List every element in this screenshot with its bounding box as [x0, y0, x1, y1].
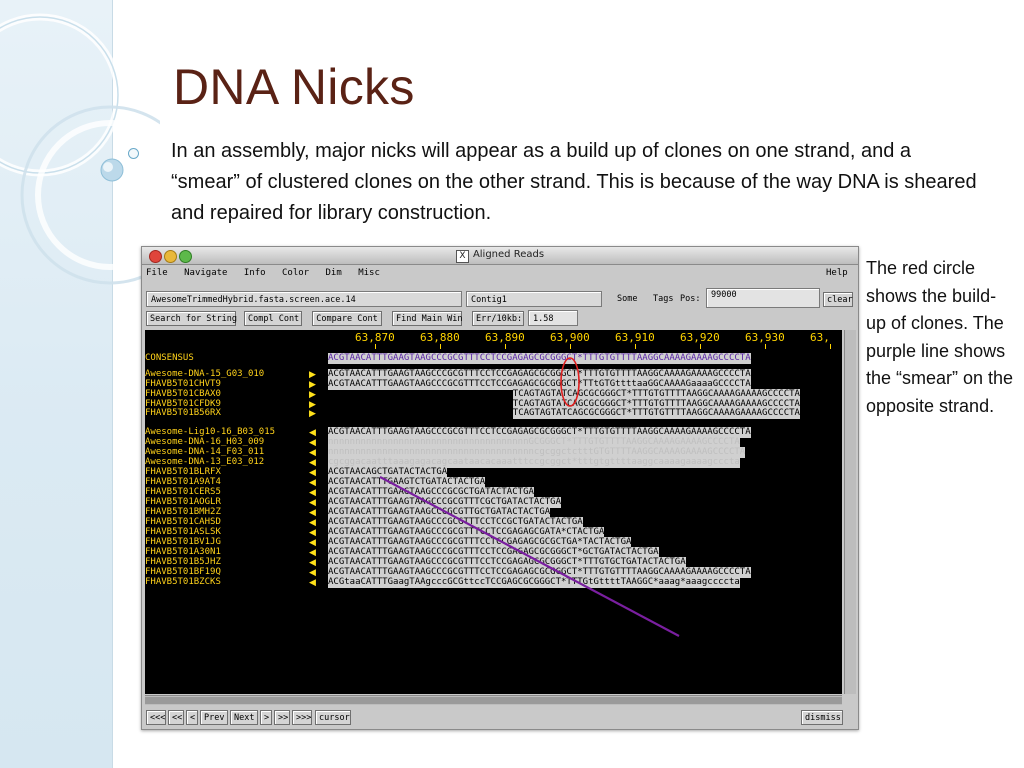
read-name[interactable]: FHAVB5T01B56RX: [145, 408, 221, 419]
menu-navigate[interactable]: Navigate: [184, 268, 227, 278]
reverse-arrow-icon: ◀: [309, 558, 316, 568]
reverse-arrow-icon: ◀: [309, 458, 316, 468]
consensus-sequence: ACGTAACATTTGAAGTAAGCCCGCGTTTCCTCCGAGAGCG…: [328, 353, 751, 364]
decorative-sidebar: [0, 0, 160, 768]
menu-help[interactable]: Help: [826, 268, 848, 278]
vertical-scrollbar[interactable]: [844, 330, 856, 694]
horizontal-scroll-thumb[interactable]: [145, 697, 842, 704]
consensus-label: CONSENSUS: [145, 353, 194, 363]
pos-field[interactable]: 99000: [706, 288, 820, 308]
prev-button[interactable]: Prev: [200, 710, 228, 725]
menu-color[interactable]: Color: [282, 268, 309, 278]
side-note: The red circle shows the build-up of clo…: [866, 258, 1014, 416]
find-main-win-button[interactable]: Find Main Win: [392, 311, 463, 326]
ruler-tick: [570, 344, 571, 349]
ruler-tick: [830, 344, 831, 349]
ruler-label: 63,: [810, 331, 830, 344]
reverse-arrow-icon: ◀: [309, 518, 316, 528]
reverse-arrow-icon: ◀: [309, 498, 316, 508]
ruler-tick: [375, 344, 376, 349]
ruler-label: 63,920: [680, 331, 720, 344]
read-row[interactable]: FHAVB5T01BLRFX ◀ ACGTAACAGCTGATACTACTGA: [145, 467, 842, 478]
tags-button[interactable]: Tags: [650, 292, 676, 307]
read-sequence: TCAGTAGTATCAGCGCGGGCT*TTTGTGTTTTAAGGCAAA…: [512, 408, 800, 419]
ruler-tick: [635, 344, 636, 349]
menu-file[interactable]: File: [146, 268, 168, 278]
read-row[interactable]: Awesome-DNA-13_E03_012 ◀ cgcggacaatttaaaga…: [145, 457, 842, 468]
ruler-label: 63,930: [745, 331, 785, 344]
ruler-tick: [700, 344, 701, 349]
menu-bar: File Navigate Info Color Dim Misc: [146, 268, 391, 278]
intro-paragraph: In an assembly, major nicks will appear …: [171, 140, 977, 224]
menu-info[interactable]: Info: [244, 268, 266, 278]
pos-label: Pos:: [680, 294, 701, 304]
reverse-arrow-icon: ◀: [309, 548, 316, 558]
search-string-button[interactable]: Search for String: [146, 311, 237, 326]
next-button[interactable]: Next: [230, 710, 258, 725]
nav-fast-back-button[interactable]: <<: [168, 710, 184, 725]
forward-arrow-icon: ▶: [309, 380, 316, 390]
ruler-label: 63,910: [615, 331, 655, 344]
some-button[interactable]: Some: [614, 292, 640, 307]
read-sequence: ACGtaaCATTTGaagTAAgcccGCGttccTCCGAGCGCGG…: [328, 577, 740, 588]
file-name-field[interactable]: AwesomeTrimmedHybrid.fasta.screen.ace.14: [146, 291, 462, 307]
reverse-arrow-icon: ◀: [309, 478, 316, 488]
x11-icon: X: [455, 250, 469, 263]
consensus-row: CONSENSUS ACGTAACATTTGAAGTAAGCCCGCGTTTCCT…: [145, 353, 842, 364]
bullet-icon: [128, 148, 139, 159]
ruler-label: 63,870: [355, 331, 395, 344]
reverse-arrow-icon: ◀: [309, 538, 316, 548]
menu-misc[interactable]: Misc: [358, 268, 380, 278]
reverse-arrow-icon: ◀: [309, 428, 316, 438]
ruler-tick: [505, 344, 506, 349]
read-row[interactable]: FHAVB5T01B56RX ▶ TCAGTAGTATCAGCGCGGGCT*TTT…: [145, 408, 842, 419]
forward-arrow-icon: ▶: [309, 409, 316, 419]
err-value-field[interactable]: 1.58: [528, 310, 578, 326]
forward-arrow-icon: ▶: [309, 370, 316, 380]
window-titlebar[interactable]: X Aligned Reads: [142, 247, 858, 265]
forward-arrow-icon: ▶: [309, 390, 316, 400]
dismiss-button[interactable]: dismiss: [801, 710, 843, 725]
window-title: X Aligned Reads: [142, 249, 858, 263]
menu-dim[interactable]: Dim: [326, 268, 342, 278]
horizontal-scrollbar[interactable]: [145, 695, 842, 705]
reverse-arrow-icon: ◀: [309, 568, 316, 578]
read-row[interactable]: FHAVB5T01BZCKS ◀ ACGtaaCATTTGaagTAAgcccGCG…: [145, 577, 842, 588]
compl-cont-button[interactable]: Compl Cont: [244, 311, 302, 326]
reverse-arrow-icon: ◀: [309, 528, 316, 538]
reverse-arrow-icon: ◀: [309, 578, 316, 588]
nav-fast-forward-button[interactable]: >>: [274, 710, 290, 725]
reverse-arrow-icon: ◀: [309, 508, 316, 518]
window-title-text: Aligned Reads: [472, 249, 545, 260]
contig-field[interactable]: Contig1: [466, 291, 602, 307]
slide-title: DNA Nicks: [173, 59, 415, 115]
decorative-arcs: [0, 13, 160, 285]
nav-last-button[interactable]: >>>: [292, 710, 312, 725]
reverse-arrow-icon: ◀: [309, 438, 316, 448]
ruler-tick: [440, 344, 441, 349]
ruler-tick: [765, 344, 766, 349]
compare-cont-button[interactable]: Compare Cont: [312, 311, 382, 326]
ruler-label: 63,900: [550, 331, 590, 344]
read-name[interactable]: FHAVB5T01BZCKS: [145, 577, 221, 588]
nav-back-button[interactable]: <: [186, 710, 198, 725]
reverse-arrow-icon: ◀: [309, 488, 316, 498]
reverse-arrow-icon: ◀: [309, 448, 316, 458]
cursor-button[interactable]: cursor: [315, 710, 351, 725]
aligned-reads-window: X Aligned Reads File Navigate Info Color …: [141, 246, 859, 730]
reverse-arrow-icon: ◀: [309, 468, 316, 478]
nav-first-button[interactable]: <<<: [146, 710, 166, 725]
nav-forward-button[interactable]: >: [260, 710, 272, 725]
err-button[interactable]: Err/10kb:: [472, 311, 524, 326]
clear-button[interactable]: clear: [823, 292, 853, 307]
ruler-label: 63,880: [420, 331, 460, 344]
ruler-label: 63,890: [485, 331, 525, 344]
alignment-view[interactable]: 63,870 63,880 63,890 63,900 63,910 63,920 63,9…: [145, 330, 842, 694]
